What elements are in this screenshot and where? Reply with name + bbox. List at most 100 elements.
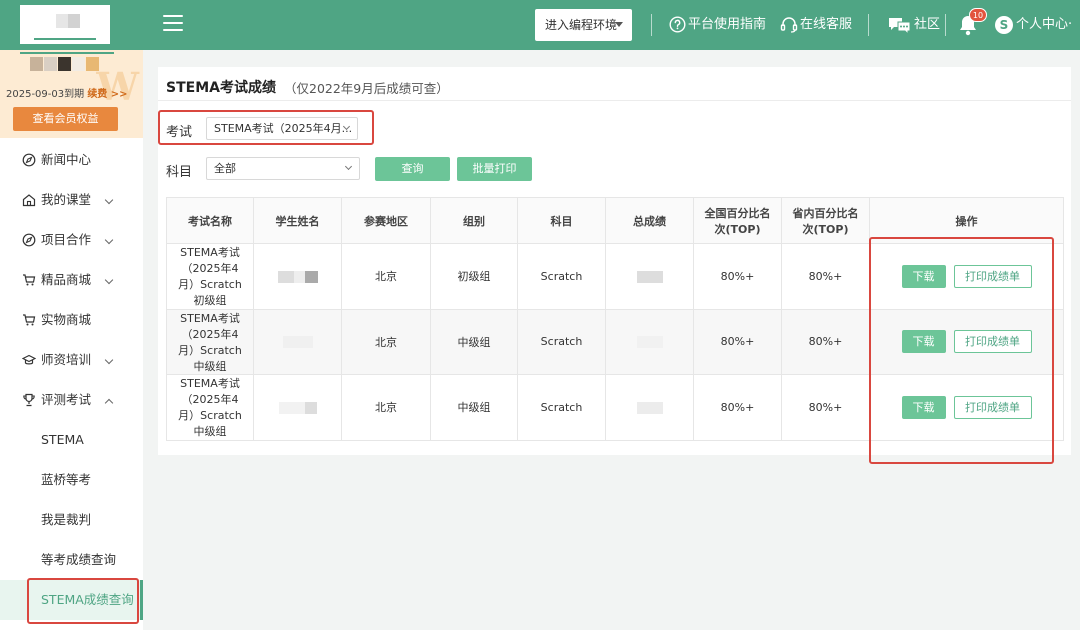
redacted-swatch — [30, 57, 43, 71]
sidebar-item-teacher-training[interactable]: 师资培训 — [0, 340, 143, 380]
column-header: 省内百分比名次(TOP) — [781, 197, 870, 244]
membership-card: W 2025-09-03到期 续费 >> 查看会员权益 — [0, 50, 143, 138]
sidebar-subitem-i-am-judge[interactable]: 我是裁判 — [0, 500, 143, 540]
student-name-cell — [253, 374, 342, 441]
redacted-name — [282, 336, 313, 349]
redacted-name — [277, 270, 294, 283]
region-cell: 北京 — [341, 243, 431, 310]
group-cell: 初级组 — [430, 243, 518, 310]
membership-expiry: 2025-09-03到期 续费 >> — [6, 85, 128, 100]
group-cell: 中级组 — [430, 374, 518, 441]
sidebar-item-physical-mall[interactable]: 实物商城 — [0, 300, 143, 340]
logo-underline — [34, 38, 96, 40]
national-rank-cell: 80%+ — [693, 308, 782, 375]
renew-link[interactable]: 续费 >> — [87, 89, 127, 100]
region-cell: 北京 — [341, 374, 431, 441]
download-button[interactable]: 下载 — [901, 395, 946, 419]
question-circle-icon — [669, 16, 686, 33]
download-button[interactable]: 下载 — [901, 264, 946, 288]
community-link[interactable]: 社区 — [888, 0, 940, 50]
caret-down-icon — [615, 22, 623, 27]
online-service-link[interactable]: 在线客服 — [780, 0, 852, 50]
menu-toggle-icon[interactable] — [163, 15, 183, 33]
actions-cell: 下载 打印成绩单 — [869, 308, 1064, 375]
expiry-date: 2025-09-03到期 — [6, 89, 85, 100]
exam-select[interactable]: STEMA考试（2025年4月... — [206, 117, 358, 140]
total-score-cell — [605, 243, 694, 310]
print-report-button[interactable]: 打印成绩单 — [953, 264, 1032, 288]
national-rank-cell: 80%+ — [693, 374, 782, 441]
redacted-name — [278, 401, 305, 414]
sidebar-item-label: 新闻中心 — [41, 152, 92, 167]
score-table: 考试名称 学生姓名 参赛地区 组别 科目 总成绩 全国百分比名次(TOP) 省内… — [166, 197, 1064, 441]
sidebar-item-premium-mall[interactable]: 精品商城 — [0, 260, 143, 300]
divider — [158, 100, 1071, 101]
view-member-rights-button[interactable]: 查看会员权益 — [13, 107, 118, 131]
logo-redacted-mark — [56, 14, 68, 28]
home-icon — [22, 193, 36, 206]
score-panel: STEMA考试成绩 （仅2022年9月后成绩可查） 考试 STEMA考试（202… — [158, 67, 1071, 455]
cart-icon — [23, 313, 36, 325]
table-row: STEMA考试（2025年4月）Scratch中级组 北京 中级组 Scratc… — [166, 374, 1064, 441]
redacted-name — [304, 401, 317, 414]
column-header: 总成绩 — [605, 197, 694, 244]
print-report-button[interactable]: 打印成绩单 — [953, 395, 1032, 419]
sidebar-item-my-class[interactable]: 我的课堂 — [0, 180, 143, 220]
actions-cell: 下载 打印成绩单 — [869, 374, 1064, 441]
card-top-line — [20, 52, 114, 54]
subject-cell: Scratch — [517, 243, 606, 310]
divider — [945, 14, 946, 36]
group-cell: 中级组 — [430, 308, 518, 375]
sidebar-subitem-grade-exam-score-query[interactable]: 等考成绩查询 — [0, 540, 143, 580]
print-report-button[interactable]: 打印成绩单 — [953, 330, 1032, 354]
sidebar-item-assessment-exam[interactable]: 评测考试 — [0, 380, 143, 420]
column-header: 参赛地区 — [341, 197, 431, 244]
chevron-down-icon — [104, 195, 114, 205]
province-rank-cell: 80%+ — [781, 243, 870, 310]
chevron-up-icon — [104, 398, 114, 408]
redacted-swatch — [44, 57, 57, 71]
enter-coding-environment-button[interactable]: 进入编程环境 — [535, 9, 632, 41]
sidebar-item-project-cooperation[interactable]: 项目合作 — [0, 220, 143, 260]
sidebar-item-label: 我的课堂 — [41, 192, 92, 207]
community-label: 社区 — [914, 17, 941, 32]
chevron-down-icon — [104, 275, 114, 285]
chat-bubbles-icon — [889, 17, 911, 35]
compass-icon — [22, 153, 36, 166]
logo[interactable] — [20, 5, 110, 47]
chevron-down-icon — [344, 162, 353, 171]
sidebar-subitem-stema-score-query[interactable]: STEMA成绩查询 — [0, 580, 143, 620]
platform-guide-link[interactable]: 平台使用指南 — [669, 0, 766, 50]
subject-select[interactable]: 全部 — [206, 157, 360, 180]
redacted-name — [304, 270, 318, 283]
trophy-icon — [23, 393, 35, 406]
avatar[interactable]: S — [995, 16, 1013, 34]
redacted-score — [636, 270, 663, 283]
sidebar-item-label: 师资培训 — [41, 352, 92, 367]
column-header: 组别 — [430, 197, 518, 244]
subject-label: 科目 — [166, 165, 193, 180]
exam-select-value: STEMA考试（2025年4月... — [214, 122, 353, 135]
province-rank-cell: 80%+ — [781, 308, 870, 375]
sidebar-subitem-stema[interactable]: STEMA — [0, 420, 143, 460]
redacted-score — [636, 401, 663, 414]
sidebar-menu: 新闻中心 我的课堂 项目合作 精品商城 实物商城 师资培训 评测考试 STEMA… — [0, 140, 143, 620]
sidebar-item-news[interactable]: 新闻中心 — [0, 140, 143, 180]
enter-coding-environment-label: 进入编程环境 — [545, 18, 618, 32]
sidebar-item-label: 项目合作 — [41, 232, 92, 247]
score-table-container: 考试名称 学生姓名 参赛地区 组别 科目 总成绩 全国百分比名次(TOP) 省内… — [166, 197, 1064, 441]
batch-print-button[interactable]: 批量打印 — [457, 157, 532, 181]
sidebar-subitem-lanqiao-grade-exam[interactable]: 蓝桥等考 — [0, 460, 143, 500]
column-header: 全国百分比名次(TOP) — [693, 197, 782, 244]
divider — [651, 14, 652, 36]
subject-cell: Scratch — [517, 308, 606, 375]
province-rank-cell: 80%+ — [781, 374, 870, 441]
download-button[interactable]: 下载 — [901, 330, 946, 354]
query-button[interactable]: 查询 — [375, 157, 450, 181]
divider — [868, 14, 869, 36]
sidebar: W 2025-09-03到期 续费 >> 查看会员权益 新闻中心 我的课堂 项目… — [0, 50, 143, 630]
personal-center-link[interactable]: 个人中心· — [1016, 0, 1072, 50]
student-name-cell — [253, 308, 342, 375]
chevron-down-icon — [104, 355, 114, 365]
headset-icon — [780, 17, 798, 33]
